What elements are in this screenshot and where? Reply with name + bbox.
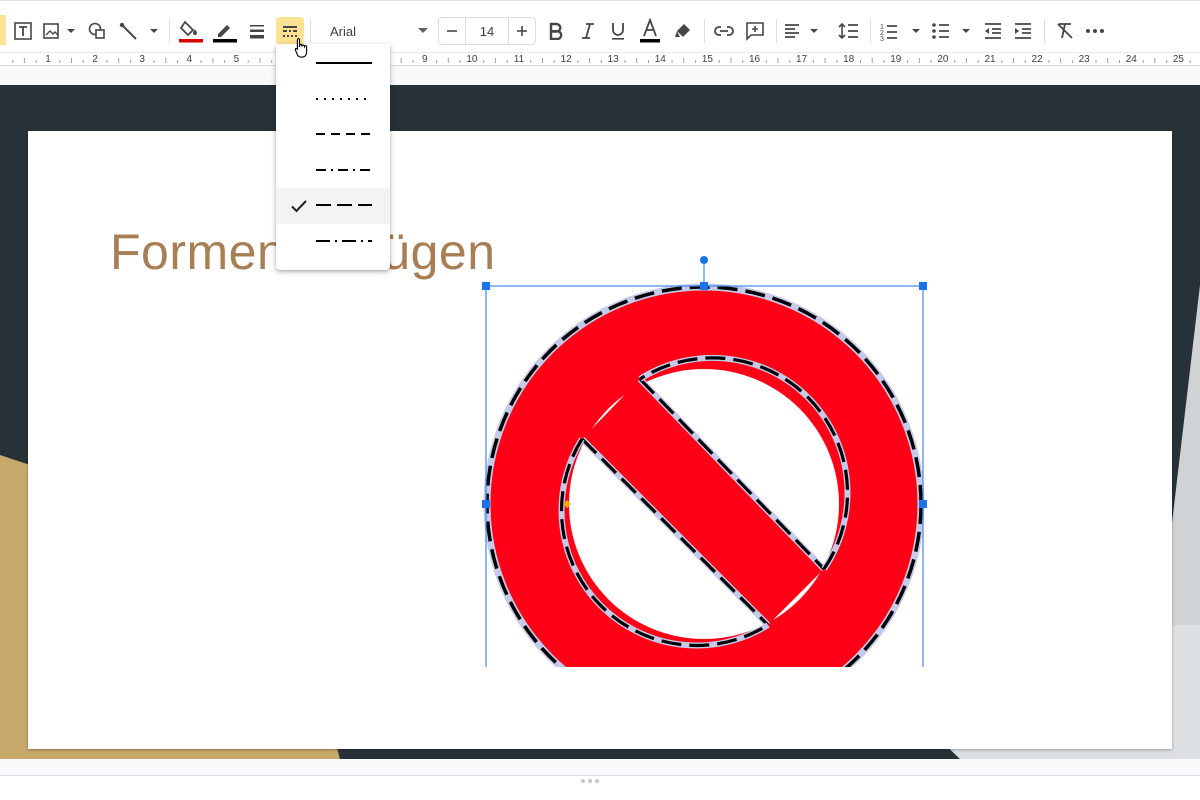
toolbar-separator bbox=[870, 19, 871, 43]
italic-icon[interactable] bbox=[576, 17, 600, 45]
resize-handle[interactable] bbox=[482, 500, 490, 508]
ruler-label: 11 bbox=[513, 54, 525, 65]
dash-option-long-dash-dot[interactable] bbox=[276, 224, 390, 260]
align-icon[interactable] bbox=[782, 17, 824, 45]
ruler-label: 10 bbox=[466, 54, 478, 65]
ruler-label: 16 bbox=[748, 54, 761, 65]
chevron-down-icon bbox=[418, 28, 428, 33]
toolbar-separator bbox=[1044, 19, 1045, 43]
dash-option-long-dash[interactable] bbox=[276, 188, 390, 224]
ruler-label: 18 bbox=[843, 54, 855, 65]
ruler-label: 4 bbox=[186, 54, 193, 65]
dash-option-dash-dot[interactable] bbox=[276, 153, 390, 189]
text-box-icon[interactable] bbox=[10, 17, 36, 45]
no-symbol-shape[interactable] bbox=[470, 187, 940, 667]
toolbar-separator bbox=[169, 19, 170, 43]
rotate-handle[interactable] bbox=[700, 256, 708, 264]
numbered-list-icon[interactable]: 123 bbox=[878, 17, 924, 45]
ruler-label: 14 bbox=[654, 54, 666, 65]
image-icon[interactable] bbox=[40, 17, 78, 45]
ruler-label: 5 bbox=[233, 54, 240, 65]
font-family-value: Arial bbox=[330, 23, 357, 39]
border-color-icon[interactable] bbox=[210, 17, 238, 45]
resize-handle[interactable] bbox=[482, 282, 490, 290]
increase-indent-icon[interactable] bbox=[1010, 17, 1036, 45]
ruler-label: 22 bbox=[1031, 54, 1043, 65]
horizontal-ruler[interactable]: 1234567891011121314151617181920212223242… bbox=[0, 52, 1200, 66]
ruler-label: 17 bbox=[796, 54, 808, 65]
ruler-ticks bbox=[12, 58, 1191, 63]
border-weight-icon[interactable] bbox=[244, 17, 270, 45]
toolbar-separator bbox=[776, 19, 777, 43]
ruler-label: 3 bbox=[139, 54, 145, 65]
line-spacing-icon[interactable] bbox=[836, 17, 862, 45]
ruler-label: 2 bbox=[92, 54, 98, 65]
resize-handle[interactable] bbox=[919, 500, 927, 508]
bold-icon[interactable] bbox=[544, 17, 568, 45]
dash-option-dotted[interactable] bbox=[276, 82, 390, 118]
ruler-label: 15 bbox=[701, 54, 713, 65]
dash-option-dashed[interactable] bbox=[276, 117, 390, 153]
underline-icon[interactable] bbox=[606, 17, 630, 45]
link-icon[interactable] bbox=[711, 17, 737, 45]
more-icon[interactable] bbox=[1082, 17, 1108, 45]
ruler-label: 24 bbox=[1125, 54, 1137, 65]
border-dash-menu bbox=[276, 44, 390, 270]
ruler-label: 13 bbox=[607, 54, 619, 65]
font-family-select[interactable]: Arial bbox=[318, 17, 432, 45]
dash-option-solid[interactable] bbox=[276, 46, 390, 82]
ruler-label: 25 bbox=[1172, 54, 1184, 65]
ruler-label: 1 bbox=[45, 54, 51, 65]
decrease-font-size-button[interactable] bbox=[439, 18, 465, 44]
ruler-label: 20 bbox=[937, 54, 949, 65]
toolbar-separator bbox=[310, 19, 311, 43]
drag-handle-icon[interactable] bbox=[581, 779, 599, 783]
line-icon[interactable] bbox=[118, 17, 162, 45]
resize-handle[interactable] bbox=[700, 282, 708, 290]
toolbar-accent bbox=[0, 15, 6, 45]
speaker-notes-divider[interactable] bbox=[0, 775, 1200, 800]
check-icon bbox=[291, 200, 307, 213]
ruler-label: 19 bbox=[890, 54, 902, 65]
resize-handle[interactable] bbox=[919, 282, 927, 290]
shape-icon[interactable] bbox=[84, 17, 110, 45]
comment-icon[interactable] bbox=[742, 17, 768, 45]
highlight-icon[interactable] bbox=[670, 17, 696, 45]
clear-formatting-icon[interactable] bbox=[1052, 17, 1078, 45]
fill-color-icon[interactable] bbox=[176, 17, 204, 45]
text-color-icon[interactable] bbox=[637, 17, 663, 45]
toolbar: Arial 14 123 bbox=[0, 0, 1200, 52]
font-size-input[interactable]: 14 bbox=[465, 18, 509, 44]
border-dash-icon[interactable] bbox=[276, 17, 304, 45]
font-size-stepper[interactable]: 14 bbox=[438, 17, 536, 45]
ruler-label: 21 bbox=[984, 54, 996, 65]
ruler-label: 12 bbox=[560, 54, 572, 65]
svg-text:3: 3 bbox=[880, 36, 884, 41]
ruler-label: 9 bbox=[422, 54, 428, 65]
ruler-label: 23 bbox=[1078, 54, 1090, 65]
decrease-indent-icon[interactable] bbox=[980, 17, 1006, 45]
increase-font-size-button[interactable] bbox=[509, 18, 535, 44]
bulleted-list-icon[interactable] bbox=[930, 17, 976, 45]
toolbar-separator bbox=[704, 19, 705, 43]
slide-canvas[interactable]: Formen einfügen bbox=[0, 67, 1200, 775]
no-symbol-fill bbox=[487, 287, 921, 667]
